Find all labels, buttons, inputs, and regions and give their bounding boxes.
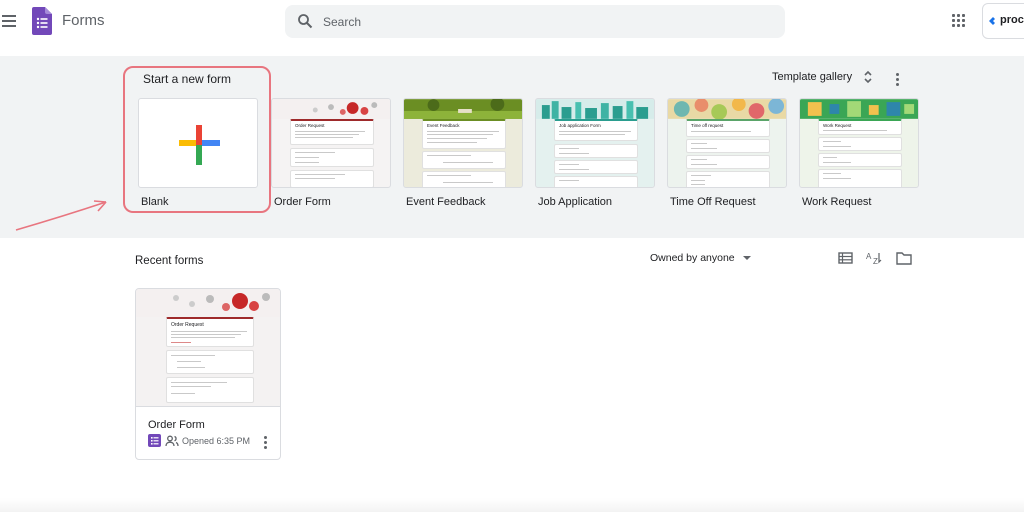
template-label: Event Feedback (406, 196, 486, 208)
more-vert-icon[interactable] (264, 435, 268, 451)
skyline-header-image (536, 99, 654, 119)
more-vert-icon[interactable] (896, 72, 900, 88)
template-thumbnail: Work Request (799, 98, 919, 188)
recent-form-card[interactable]: Order Request Order Form Opened 6:35 PM (135, 288, 281, 460)
mini-form-title: Work Request (823, 123, 852, 128)
template-label: Work Request (802, 196, 872, 208)
floral-header-image (136, 289, 280, 317)
owner-filter-dropdown[interactable]: Owned by anyone (650, 252, 751, 264)
account-button[interactable]: proces (982, 3, 1024, 39)
page-bottom-edge (0, 498, 1024, 512)
template-gallery-button[interactable]: Template gallery (772, 70, 873, 84)
recent-form-title: Order Form (148, 419, 205, 431)
top-app-bar: Forms proces (0, 0, 1024, 56)
mini-form-title: Job application Form (559, 123, 601, 128)
svg-text:Z: Z (873, 257, 878, 265)
search-input[interactable] (323, 5, 763, 38)
forms-logo-icon[interactable] (32, 7, 52, 35)
event-header-image (404, 99, 522, 119)
annotation-arrow-icon (15, 200, 107, 231)
mini-form-title: Time off request (691, 123, 724, 128)
folder-icon[interactable] (896, 251, 912, 265)
account-logo-icon (989, 17, 995, 25)
floral-header-image (272, 99, 390, 119)
opened-timestamp: Opened 6:35 PM (182, 436, 251, 446)
apps-grid-icon[interactable] (952, 14, 966, 28)
app-title[interactable]: Forms (62, 12, 105, 29)
recent-forms-heading: Recent forms (135, 255, 204, 267)
svg-text:A: A (866, 252, 872, 261)
list-view-icon[interactable] (838, 251, 854, 265)
mini-form-title: Event Feedback (427, 123, 460, 128)
blank-highlight-outline (123, 66, 271, 213)
mini-form-title: Order Request (171, 322, 204, 328)
search-bar[interactable] (285, 5, 785, 38)
template-thumbnail: Time off request (667, 98, 787, 188)
search-icon[interactable] (297, 13, 313, 29)
template-label: Order Form (274, 196, 331, 208)
template-thumbnail: Event Feedback (403, 98, 523, 188)
pattern-header-image (800, 99, 918, 119)
unfold-more-icon (864, 70, 872, 84)
template-thumbnail: Order Request (271, 98, 391, 188)
watercolor-header-image (668, 99, 786, 119)
template-thumbnail: Job application Form (535, 98, 655, 188)
forms-document-icon (148, 434, 161, 447)
recent-form-thumbnail: Order Request (136, 289, 280, 407)
template-label: Job Application (538, 196, 612, 208)
hamburger-icon[interactable] (2, 13, 16, 27)
owner-filter-label: Owned by anyone (650, 252, 735, 264)
mini-form-title: Order Request (295, 123, 325, 128)
template-gallery-label: Template gallery (772, 71, 853, 83)
people-icon (165, 435, 179, 447)
caret-down-icon (742, 256, 751, 261)
template-label: Time Off Request (670, 196, 756, 208)
account-label: proces (1000, 14, 1024, 26)
sort-az-icon[interactable]: A Z (866, 251, 882, 265)
